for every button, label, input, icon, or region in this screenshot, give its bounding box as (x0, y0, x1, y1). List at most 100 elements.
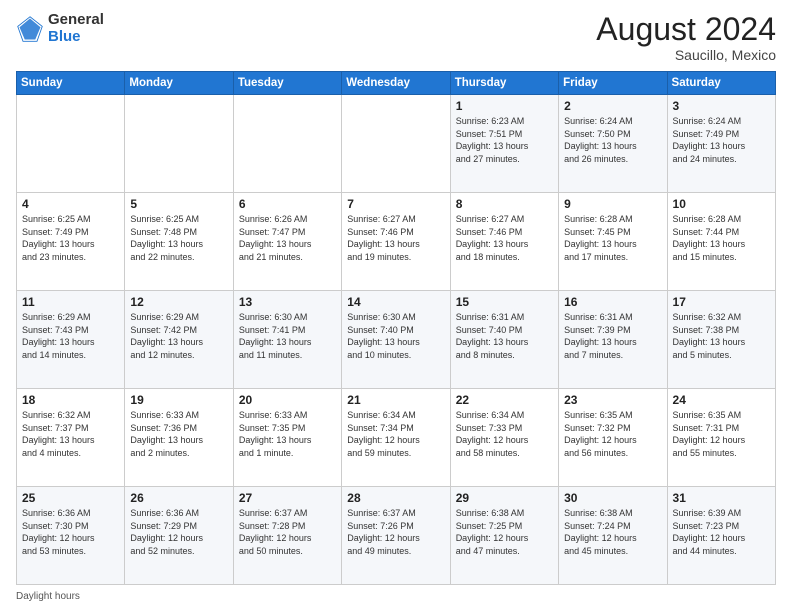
day-number: 22 (456, 393, 553, 407)
calendar-cell: 31Sunrise: 6:39 AM Sunset: 7:23 PM Dayli… (667, 487, 775, 585)
calendar-cell: 4 Sunrise: 6:25 AM Sunset: 7:49 PM Daylig… (17, 193, 125, 291)
day-detail: Sunrise: 6:24 AM Sunset: 7:49 PM Dayligh… (673, 115, 770, 165)
day-detail: Sunrise: 6:38 AM Sunset: 7:25 PM Dayligh… (456, 507, 553, 557)
calendar-cell: 9Sunrise: 6:28 AM Sunset: 7:45 PM Daylig… (559, 193, 667, 291)
calendar-cell: 8 Sunrise: 6:27 AM Sunset: 7:46 PM Daylig… (450, 193, 558, 291)
calendar-cell: 10Sunrise: 6:28 AM Sunset: 7:44 PM Dayli… (667, 193, 775, 291)
calendar-cell: 14 Sunrise: 6:30 AM Sunset: 7:40 PM Dayli… (342, 291, 450, 389)
day-number: 28 (347, 491, 444, 505)
day-number: 23 (564, 393, 661, 407)
day-number: 17 (673, 295, 770, 309)
day-detail: Sunrise: 6:34 AM Sunset: 7:34 PM Dayligh… (347, 409, 444, 459)
calendar-cell: 19 Sunrise: 6:33 AM Sunset: 7:36 PM Dayli… (125, 389, 233, 487)
day-number: 18 (22, 393, 119, 407)
day-number: 30 (564, 491, 661, 505)
calendar-cell: 15 Sunrise: 6:31 AM Sunset: 7:40 PM Dayli… (450, 291, 558, 389)
day-detail: Sunrise: 6:30 AM Sunset: 7:41 PM Dayligh… (239, 311, 336, 361)
day-number: 19 (130, 393, 227, 407)
day-detail: Sunrise: 6:26 AM Sunset: 7:47 PM Dayligh… (239, 213, 336, 263)
calendar-cell (342, 95, 450, 193)
day-number: 15 (456, 295, 553, 309)
calendar-cell: 6Sunrise: 6:26 AM Sunset: 7:47 PM Daylig… (233, 193, 341, 291)
day-number: 7 (347, 197, 444, 211)
day-number: 29 (456, 491, 553, 505)
day-number: 25 (22, 491, 119, 505)
calendar-cell: 3 Sunrise: 6:24 AM Sunset: 7:49 PM Daylig… (667, 95, 775, 193)
calendar-cell: 2 Sunrise: 6:24 AM Sunset: 7:50 PM Daylig… (559, 95, 667, 193)
day-detail: Sunrise: 6:35 AM Sunset: 7:32 PM Dayligh… (564, 409, 661, 459)
day-detail: Sunrise: 6:36 AM Sunset: 7:29 PM Dayligh… (130, 507, 227, 557)
calendar-cell: 16Sunrise: 6:31 AM Sunset: 7:39 PM Dayli… (559, 291, 667, 389)
day-detail: Sunrise: 6:35 AM Sunset: 7:31 PM Dayligh… (673, 409, 770, 459)
day-detail: Sunrise: 6:28 AM Sunset: 7:45 PM Dayligh… (564, 213, 661, 263)
day-detail: Sunrise: 6:33 AM Sunset: 7:36 PM Dayligh… (130, 409, 227, 459)
day-detail: Sunrise: 6:25 AM Sunset: 7:49 PM Dayligh… (22, 213, 119, 263)
day-detail: Sunrise: 6:25 AM Sunset: 7:48 PM Dayligh… (130, 213, 227, 263)
calendar-cell: 25Sunrise: 6:36 AM Sunset: 7:30 PM Dayli… (17, 487, 125, 585)
weekday-header-saturday: Saturday (667, 72, 775, 95)
day-number: 14 (347, 295, 444, 309)
page: General Blue August 2024 Saucillo, Mexic… (0, 0, 792, 612)
calendar-cell: 5Sunrise: 6:25 AM Sunset: 7:48 PM Daylig… (125, 193, 233, 291)
calendar-week-row: 11 Sunrise: 6:29 AM Sunset: 7:43 PM Dayli… (17, 291, 776, 389)
weekday-header-row: SundayMondayTuesdayWednesdayThursdayFrid… (17, 72, 776, 95)
day-detail: Sunrise: 6:38 AM Sunset: 7:24 PM Dayligh… (564, 507, 661, 557)
location: Saucillo, Mexico (596, 47, 776, 63)
calendar-cell: 26 Sunrise: 6:36 AM Sunset: 7:29 PM Dayli… (125, 487, 233, 585)
day-detail: Sunrise: 6:33 AM Sunset: 7:35 PM Dayligh… (239, 409, 336, 459)
day-detail: Sunrise: 6:34 AM Sunset: 7:33 PM Dayligh… (456, 409, 553, 459)
calendar-week-row: 25Sunrise: 6:36 AM Sunset: 7:30 PM Dayli… (17, 487, 776, 585)
calendar-cell: 1Sunrise: 6:23 AM Sunset: 7:51 PM Daylig… (450, 95, 558, 193)
day-number: 4 (22, 197, 119, 211)
calendar-cell: 12Sunrise: 6:29 AM Sunset: 7:42 PM Dayli… (125, 291, 233, 389)
calendar-week-row: 4 Sunrise: 6:25 AM Sunset: 7:49 PM Daylig… (17, 193, 776, 291)
day-detail: Sunrise: 6:37 AM Sunset: 7:26 PM Dayligh… (347, 507, 444, 557)
calendar-cell (17, 95, 125, 193)
day-detail: Sunrise: 6:24 AM Sunset: 7:50 PM Dayligh… (564, 115, 661, 165)
day-detail: Sunrise: 6:27 AM Sunset: 7:46 PM Dayligh… (456, 213, 553, 263)
day-number: 3 (673, 99, 770, 113)
day-detail: Sunrise: 6:29 AM Sunset: 7:42 PM Dayligh… (130, 311, 227, 361)
calendar-cell: 13 Sunrise: 6:30 AM Sunset: 7:41 PM Dayli… (233, 291, 341, 389)
day-detail: Sunrise: 6:30 AM Sunset: 7:40 PM Dayligh… (347, 311, 444, 361)
calendar-cell: 21 Sunrise: 6:34 AM Sunset: 7:34 PM Dayli… (342, 389, 450, 487)
day-detail: Sunrise: 6:31 AM Sunset: 7:40 PM Dayligh… (456, 311, 553, 361)
logo-general: General (48, 12, 104, 29)
weekday-header-tuesday: Tuesday (233, 72, 341, 95)
logo: General Blue (16, 12, 104, 45)
day-number: 20 (239, 393, 336, 407)
day-number: 21 (347, 393, 444, 407)
weekday-header-wednesday: Wednesday (342, 72, 450, 95)
day-number: 26 (130, 491, 227, 505)
weekday-header-monday: Monday (125, 72, 233, 95)
weekday-header-sunday: Sunday (17, 72, 125, 95)
day-number: 27 (239, 491, 336, 505)
calendar-week-row: 18 Sunrise: 6:32 AM Sunset: 7:37 PM Dayli… (17, 389, 776, 487)
calendar-cell: 29 Sunrise: 6:38 AM Sunset: 7:25 PM Dayli… (450, 487, 558, 585)
title-block: August 2024 Saucillo, Mexico (596, 12, 776, 63)
day-detail: Sunrise: 6:29 AM Sunset: 7:43 PM Dayligh… (22, 311, 119, 361)
day-number: 1 (456, 99, 553, 113)
calendar-cell: 7Sunrise: 6:27 AM Sunset: 7:46 PM Daylig… (342, 193, 450, 291)
weekday-header-friday: Friday (559, 72, 667, 95)
day-detail: Sunrise: 6:28 AM Sunset: 7:44 PM Dayligh… (673, 213, 770, 263)
logo-icon (16, 15, 44, 43)
calendar-cell: 24Sunrise: 6:35 AM Sunset: 7:31 PM Dayli… (667, 389, 775, 487)
day-detail: Sunrise: 6:32 AM Sunset: 7:37 PM Dayligh… (22, 409, 119, 459)
day-number: 11 (22, 295, 119, 309)
calendar-cell: 18 Sunrise: 6:32 AM Sunset: 7:37 PM Dayli… (17, 389, 125, 487)
calendar-cell (233, 95, 341, 193)
daylight-hours-label: Daylight hours (16, 591, 80, 602)
day-number: 8 (456, 197, 553, 211)
day-detail: Sunrise: 6:32 AM Sunset: 7:38 PM Dayligh… (673, 311, 770, 361)
day-number: 2 (564, 99, 661, 113)
logo-blue: Blue (48, 29, 104, 46)
month-year: August 2024 (596, 12, 776, 47)
calendar-cell: 17 Sunrise: 6:32 AM Sunset: 7:38 PM Dayli… (667, 291, 775, 389)
day-detail: Sunrise: 6:37 AM Sunset: 7:28 PM Dayligh… (239, 507, 336, 557)
day-number: 13 (239, 295, 336, 309)
day-detail: Sunrise: 6:39 AM Sunset: 7:23 PM Dayligh… (673, 507, 770, 557)
footer: Daylight hours (16, 591, 776, 602)
calendar-cell: 20 Sunrise: 6:33 AM Sunset: 7:35 PM Dayli… (233, 389, 341, 487)
calendar-cell: 11 Sunrise: 6:29 AM Sunset: 7:43 PM Dayli… (17, 291, 125, 389)
